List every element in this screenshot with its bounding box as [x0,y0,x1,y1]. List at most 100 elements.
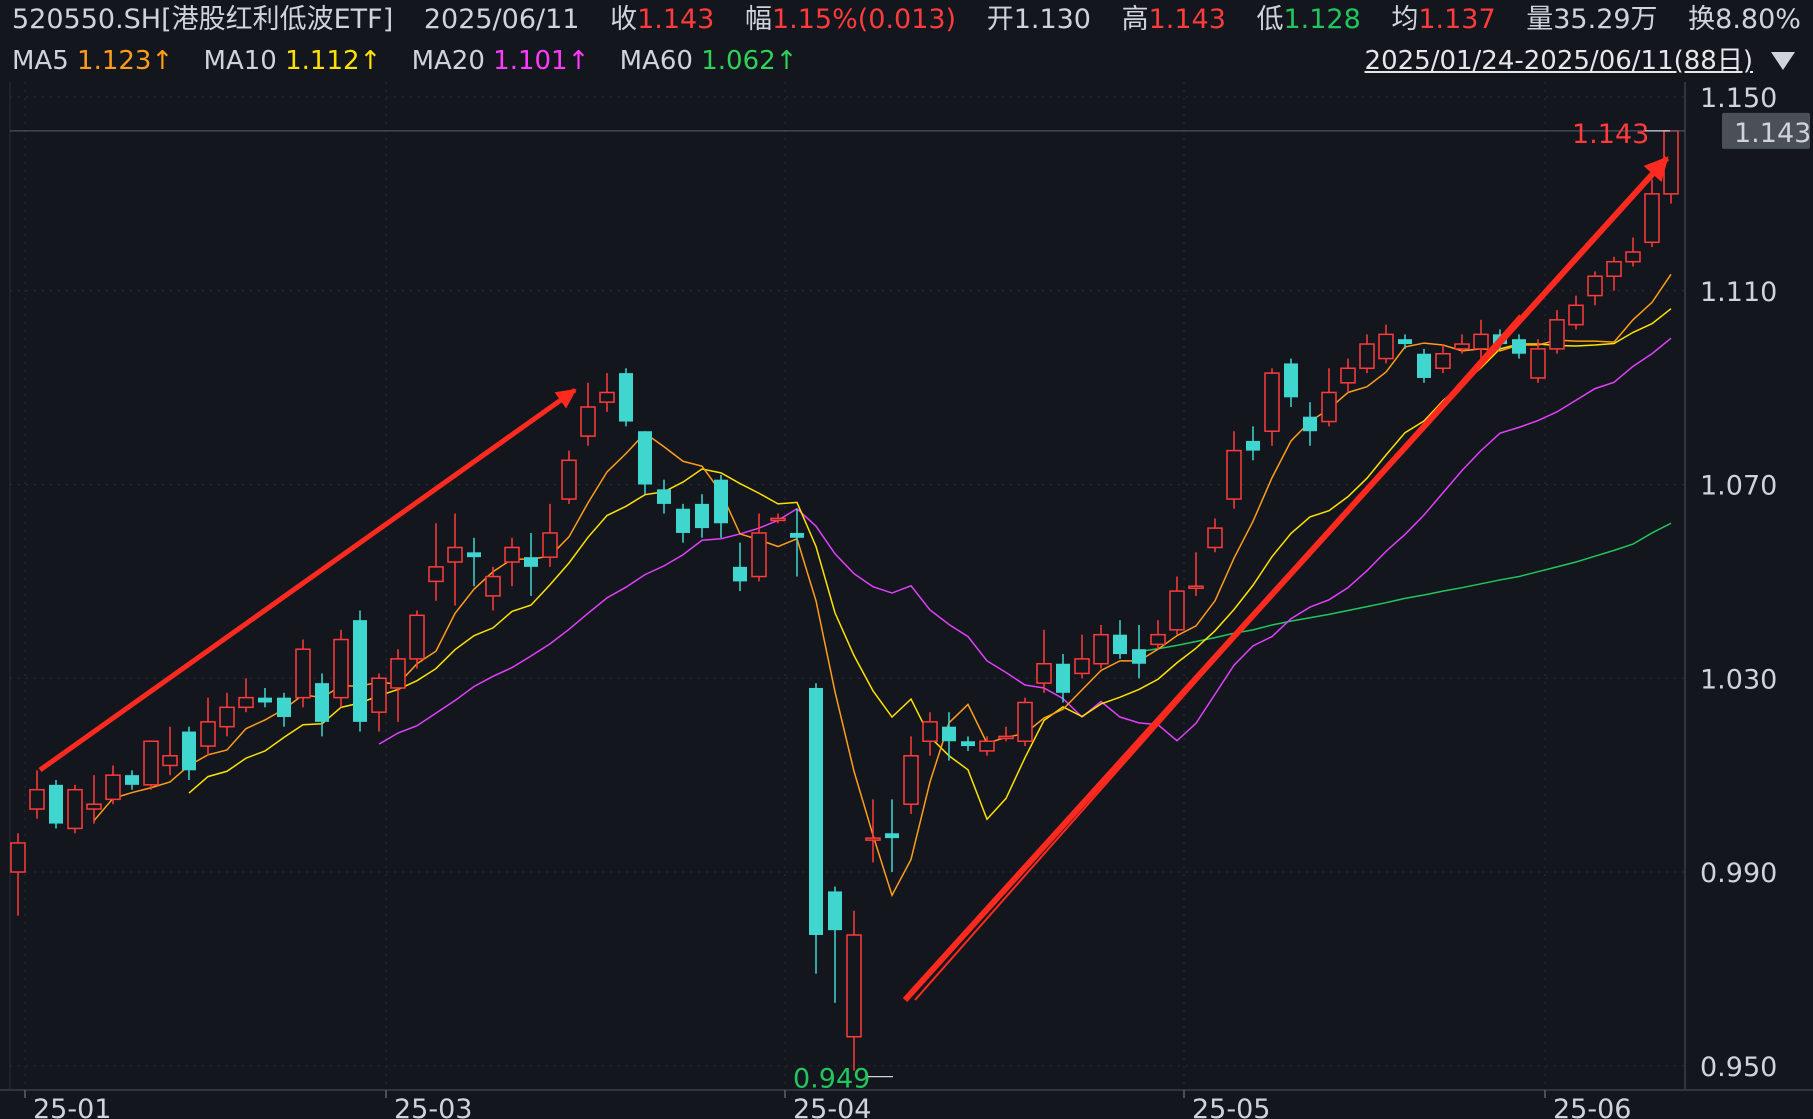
candle [1132,624,1146,679]
candle [542,503,558,567]
candle [29,770,45,819]
candle-body [809,687,823,935]
candle-body [1264,372,1280,432]
candle [467,537,481,587]
candle [1303,402,1317,446]
candle [1663,130,1679,204]
candle-body [1454,343,1470,350]
candle-body [657,489,671,504]
candle-body [1568,304,1584,326]
candle-body [1321,391,1337,423]
candle-body [751,532,767,578]
candle [485,566,501,611]
candle [1036,629,1052,693]
candle [1074,634,1090,679]
candle [846,910,862,1071]
x-tick-label: 25-01 [33,1094,111,1119]
candle [371,673,387,732]
last-price-label: 1.143 [1734,118,1811,149]
candle-body [1359,343,1375,370]
candle-body [428,566,444,583]
candle [1340,358,1356,393]
candle-body [846,934,862,1038]
candle [1587,271,1603,306]
candle-body [1246,440,1260,451]
candle [105,765,121,805]
candle [599,373,615,412]
candle-body [200,721,216,747]
candlestick-chart[interactable]: 1.143 1.143 0.949 1.150 1.110 1.070 1.030 0.99… [0,0,1813,1119]
candle [714,474,728,538]
candle-body [295,648,311,699]
candle [790,508,804,577]
candle-body [1226,449,1242,500]
candle [998,726,1014,742]
candle [504,537,520,587]
candle-body [10,842,26,873]
candle-body [1378,333,1394,360]
candle-body [1303,416,1317,432]
candle [1321,368,1337,427]
candle [942,712,956,761]
candle-body [1132,649,1146,664]
candle [1417,348,1431,383]
candle [143,740,159,790]
candle-body [1417,353,1431,378]
candle-body [1056,663,1070,693]
candle-body [524,557,538,567]
candle [733,542,747,592]
candle [333,629,349,708]
candle-body [258,697,272,703]
candle-body [1207,527,1223,549]
candle-body [770,517,786,522]
candle-body [105,774,121,801]
candle [676,503,690,543]
candle-body [542,532,558,558]
candle [561,450,577,504]
candle-body [599,391,615,403]
candle [86,775,102,824]
candle [315,673,329,737]
candle [258,687,272,708]
candle-body [1340,367,1356,384]
candle [295,639,311,708]
x-tick-label: 25-06 [1553,1094,1631,1119]
candle [1644,179,1660,248]
candle-body [1113,634,1127,655]
candle-body [695,503,709,529]
candle-body [86,803,102,810]
y-tick-label: 0.990 [1700,858,1777,889]
candle [809,683,823,974]
trend-arrow [914,314,1521,1001]
candle-body [447,546,463,563]
candle-body [162,755,178,767]
candle [162,726,178,776]
candle [125,770,139,790]
candle-body [485,575,501,597]
candle-body [790,532,804,538]
low-marker-label: 0.949 [793,1064,870,1095]
candle-body [922,721,938,742]
candle [353,610,367,732]
candle-body [676,508,690,533]
candle [1188,552,1204,596]
candle [390,649,406,722]
candle [1606,256,1622,291]
candle-body [1512,339,1526,354]
candle-body [733,566,747,582]
candle-body [238,696,254,709]
candle-body [828,891,842,931]
candle-body [353,620,367,722]
candle [580,382,596,446]
candle-body [182,731,196,771]
candle-body [1625,251,1641,263]
candle [695,494,709,538]
x-tick-label: 25-05 [1192,1094,1270,1119]
candle [1435,344,1451,374]
candle-body [942,726,956,742]
y-tick-label: 1.070 [1700,471,1777,502]
candle-body [1530,348,1546,379]
candle-body [961,741,975,747]
candle-body [998,735,1014,740]
x-tick-label: 25-03 [394,1094,472,1119]
